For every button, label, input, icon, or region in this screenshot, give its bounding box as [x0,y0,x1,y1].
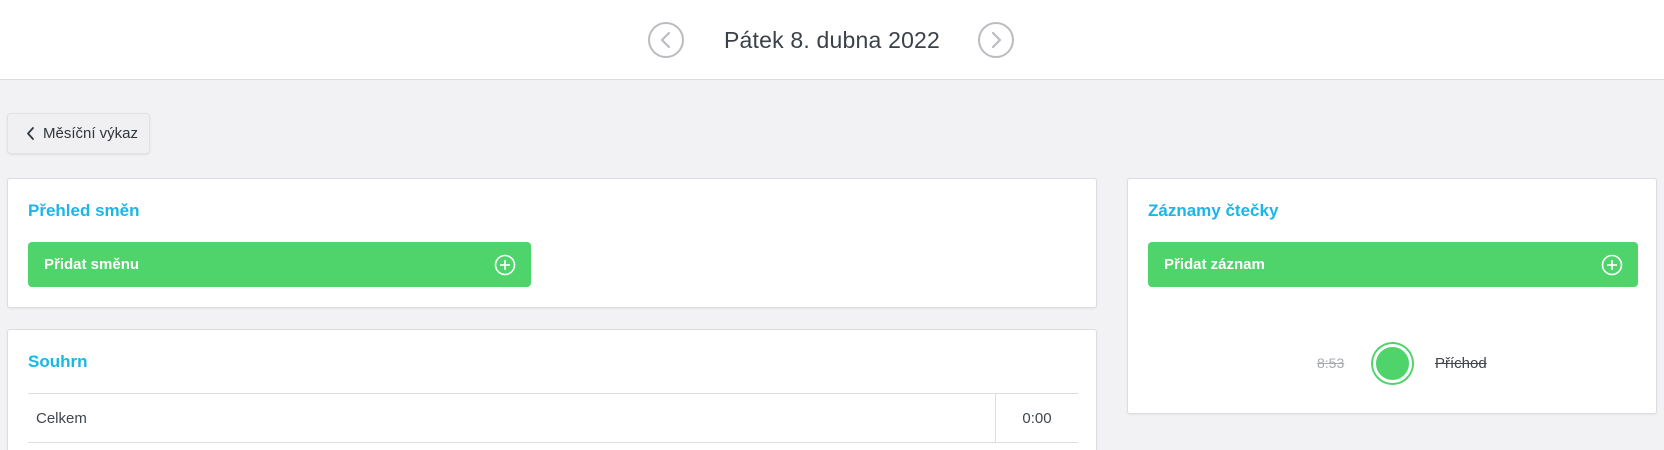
table-row: Celkem 0:00 [28,394,1078,443]
summary-card: Souhrn Celkem 0:00 [7,329,1097,450]
add-shift-button[interactable]: Přidat směnu [28,242,531,287]
summary-table: Celkem 0:00 [28,393,1078,443]
plus-circle-icon [1601,254,1623,275]
shift-overview-card: Přehled směn Přidat směnu [7,178,1097,308]
page-title: Pátek 8. dubna 2022 [723,27,941,53]
back-button-label: Měsíční výkaz [43,125,139,142]
add-shift-label: Přidat směnu [44,256,140,273]
summary-row-value: 0:00 [1022,410,1052,427]
reader-record-row[interactable]: 8:53 Příchod [1128,343,1658,383]
reader-records-title: Záznamy čtečky [1148,201,1279,220]
chevron-left-icon [27,127,34,140]
chevron-right-icon [991,31,1002,49]
top-bar: Pátek 8. dubna 2022 [0,0,1664,80]
record-time: 8:53 [1317,355,1345,371]
add-record-label: Přidat záznam [1164,256,1265,273]
plus-circle-icon [494,254,516,275]
shift-overview-title: Přehled směn [28,201,140,220]
summary-row-label: Celkem [36,410,87,427]
monthly-report-back-button[interactable]: Měsíční výkaz [7,113,150,154]
previous-day-button[interactable] [648,22,684,58]
next-day-button[interactable] [978,22,1014,58]
add-record-button[interactable]: Přidat záznam [1148,242,1638,287]
record-status-dot [1373,344,1412,383]
chevron-left-icon [660,31,671,49]
record-type: Příchod [1435,355,1487,372]
reader-records-card: Záznamy čtečky Přidat záznam 8:53 Přícho… [1127,178,1657,414]
summary-title: Souhrn [28,352,88,371]
